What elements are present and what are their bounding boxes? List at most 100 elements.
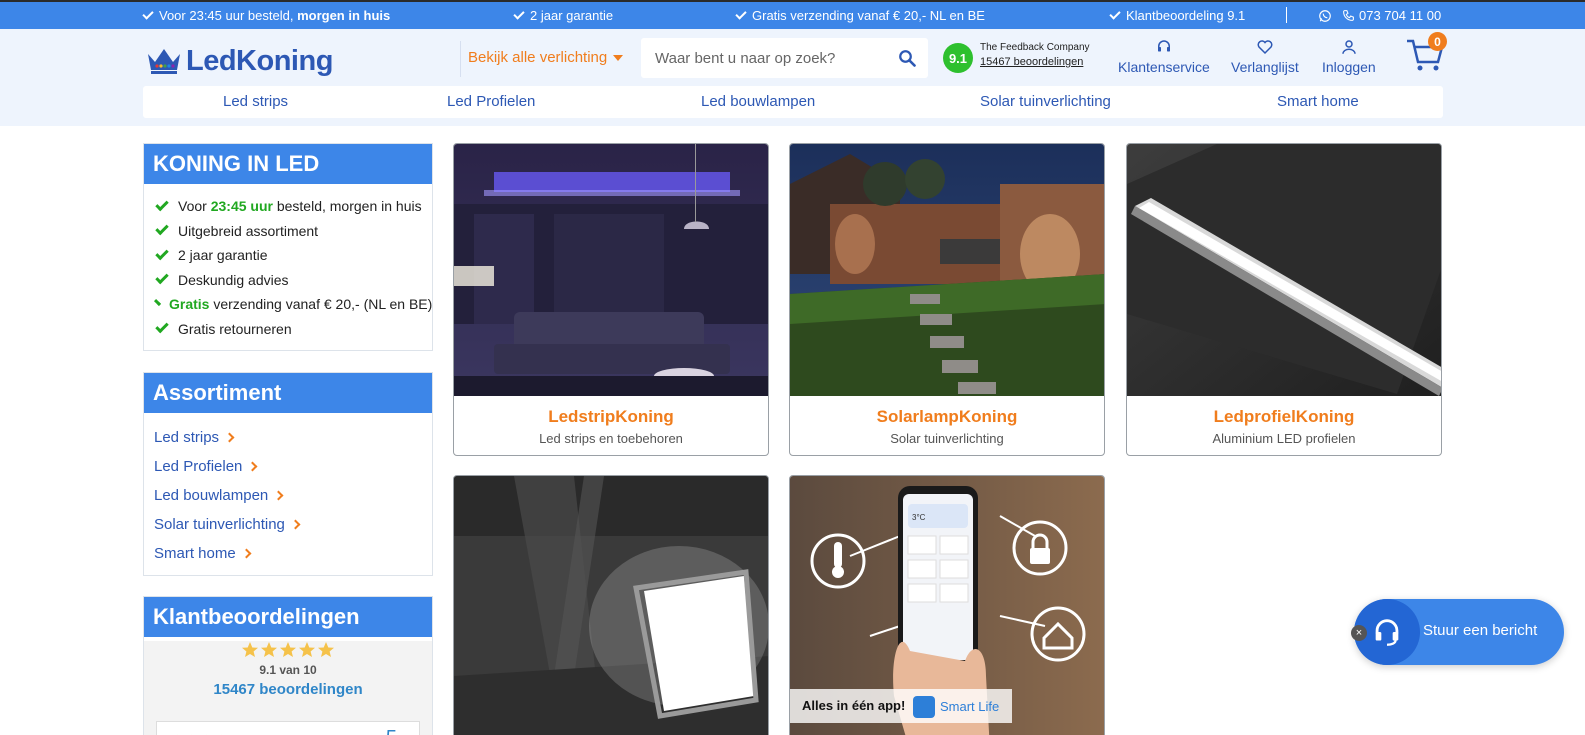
all-lighting-dropdown[interactable]: Bekijk alle verlichting (468, 49, 624, 66)
header-divider (460, 41, 461, 77)
phone-number[interactable]: 073 704 11 00 (1359, 8, 1441, 23)
heart-icon (1257, 40, 1273, 55)
app-name-text: Smart Life (940, 699, 1000, 714)
chevron-right-icon (241, 548, 252, 559)
nav-solar-tuinverlichting[interactable]: Solar tuinverlichting (980, 93, 1111, 110)
list-item: Gratis retourneren (154, 317, 422, 342)
cart-count-badge: 0 (1428, 32, 1447, 51)
wishlist-link[interactable]: Verlanglijst (1231, 38, 1299, 75)
rating-score-text: 9.1 van 10 (259, 663, 317, 677)
card-subtitle: Aluminium LED profielen (1212, 431, 1356, 446)
list-item: 2 jaar garantie (154, 243, 422, 268)
app-temperature: 3°C (912, 513, 926, 522)
review-score: 5/5 (386, 727, 407, 735)
koning-usp-box: KONING IN LED Voor 23:45 uur besteld, mo… (143, 143, 433, 351)
topbar-divider (1286, 7, 1287, 23)
headset-icon (1375, 619, 1399, 646)
chevron-right-icon (273, 490, 284, 501)
assortiment-item-smart-home[interactable]: Smart home (154, 539, 422, 568)
check-icon (155, 246, 169, 260)
phone-icon (1343, 10, 1354, 21)
headset-icon (1157, 40, 1170, 52)
stars-icon (241, 642, 334, 657)
check-icon (155, 271, 169, 285)
check-icon (155, 197, 169, 211)
smart-life-icon (913, 696, 935, 718)
check-icon (513, 8, 525, 20)
check-icon (153, 298, 162, 306)
caret-down-icon (613, 54, 624, 61)
chat-widget-button[interactable]: Stuur een bericht (1354, 599, 1564, 665)
check-icon (155, 222, 169, 236)
check-icon (142, 8, 154, 20)
cart-button[interactable]: 0 (1405, 32, 1447, 75)
list-item: Uitgebreid assortiment (154, 219, 422, 244)
card-subtitle: Led strips en toebehoren (539, 431, 683, 446)
card-title: SolarlampKoning (876, 407, 1018, 426)
nav-smart-home[interactable]: Smart home (1277, 93, 1359, 110)
customer-service-link[interactable]: Klantenservice (1118, 38, 1210, 75)
chat-label: Stuur een bericht (1423, 622, 1538, 639)
solarlamp-image (790, 144, 1104, 396)
koning-usp-list: Voor 23:45 uur besteld, morgen in huis U… (144, 184, 432, 349)
assortiment-title: Assortiment (144, 373, 432, 413)
site-header: LedKoning Bekijk alle verlichting 9.1 Th… (0, 29, 1585, 126)
chevron-right-icon (247, 461, 258, 472)
usp-delivery: Voor 23:45 uur besteld, morgen in huis (142, 8, 390, 23)
main-nav: Led strips Led Profielen Led bouwlampen … (143, 86, 1443, 118)
assortiment-item-led-profielen[interactable]: Led Profielen (154, 452, 422, 481)
koning-title: KONING IN LED (144, 144, 432, 184)
check-icon (1109, 8, 1121, 20)
check-icon (155, 320, 169, 334)
logo[interactable]: LedKoning (146, 41, 333, 81)
reviews-title: Klantbeoordelingen (144, 597, 432, 637)
review-card: 5/5 (156, 721, 420, 735)
nav-led-bouwlampen[interactable]: Led bouwlampen (701, 93, 815, 110)
category-card-smart-home[interactable]: 3°C Alles in één app! Smart Life (789, 475, 1105, 735)
list-item: Voor 23:45 uur besteld, morgen in huis (154, 194, 422, 219)
smart-home-image: 3°C Alles in één app! Smart Life (790, 476, 1104, 735)
card-title: LedstripKoning (548, 407, 674, 426)
feedback-company-label: The Feedback Company (980, 42, 1090, 53)
category-card-solarlamp[interactable]: SolarlampKoning Solar tuinverlichting (789, 143, 1105, 456)
chevron-right-icon (224, 432, 235, 443)
rating-count-link[interactable]: 15467 beoordelingen (144, 681, 432, 698)
whatsapp-icon[interactable] (1318, 9, 1332, 23)
reviews-box: Klantbeoordelingen 9.1 van 10 15467 beoo… (143, 596, 433, 735)
category-card-bouwlamp[interactable] (453, 475, 769, 735)
ledstrip-image (454, 144, 768, 396)
crown-icon (148, 49, 180, 74)
close-icon[interactable]: × (1351, 625, 1367, 641)
top-usp-bar: Voor 23:45 uur besteld, morgen in huis 2… (0, 0, 1585, 29)
assortiment-item-led-strips[interactable]: Led strips (154, 423, 422, 452)
search-bar (641, 38, 928, 78)
logo-text: LedKoning (186, 44, 333, 77)
nav-led-strips[interactable]: Led strips (223, 93, 288, 110)
assortiment-item-led-bouwlampen[interactable]: Led bouwlampen (154, 481, 422, 510)
nav-led-profielen[interactable]: Led Profielen (447, 93, 535, 110)
bouwlamp-image (454, 476, 768, 735)
check-icon (735, 8, 747, 20)
usp-warranty: 2 jaar garantie (513, 8, 613, 23)
card-title: LedprofielKoning (1213, 407, 1355, 426)
search-input[interactable] (655, 38, 890, 78)
assortiment-box: Assortiment Led strips Led Profielen Led… (143, 372, 433, 576)
feedback-count-link[interactable]: 15467 beoordelingen (980, 56, 1083, 68)
usp-shipping: Gratis verzending vanaf € 20,- NL en BE (735, 8, 985, 23)
category-card-ledstrip[interactable]: LedstripKoning Led strips en toebehoren (453, 143, 769, 456)
app-badge-text: Alles in één app! (802, 698, 906, 713)
card-subtitle: Solar tuinverlichting (890, 431, 1004, 446)
search-icon[interactable] (898, 49, 916, 67)
user-icon (1342, 40, 1356, 54)
login-link[interactable]: Inloggen (1322, 38, 1376, 75)
ledprofiel-image (1127, 144, 1441, 396)
chevron-right-icon (290, 519, 301, 530)
list-item: Deskundig advies (154, 268, 422, 293)
reviews-widget[interactable]: 9.1 van 10 15467 beoordelingen 5/5 (144, 641, 432, 735)
feedback-score-badge: 9.1 (943, 43, 973, 73)
usp-rating: Klantbeoordeling 9.1 (1109, 8, 1245, 23)
contact-links[interactable]: 073 704 11 00 (1318, 8, 1441, 23)
category-card-ledprofiel[interactable]: LedprofielKoning Aluminium LED profielen (1126, 143, 1442, 456)
list-item: Gratis verzending vanaf € 20,- (NL en BE… (153, 292, 432, 317)
assortiment-item-solar[interactable]: Solar tuinverlichting (154, 510, 422, 539)
